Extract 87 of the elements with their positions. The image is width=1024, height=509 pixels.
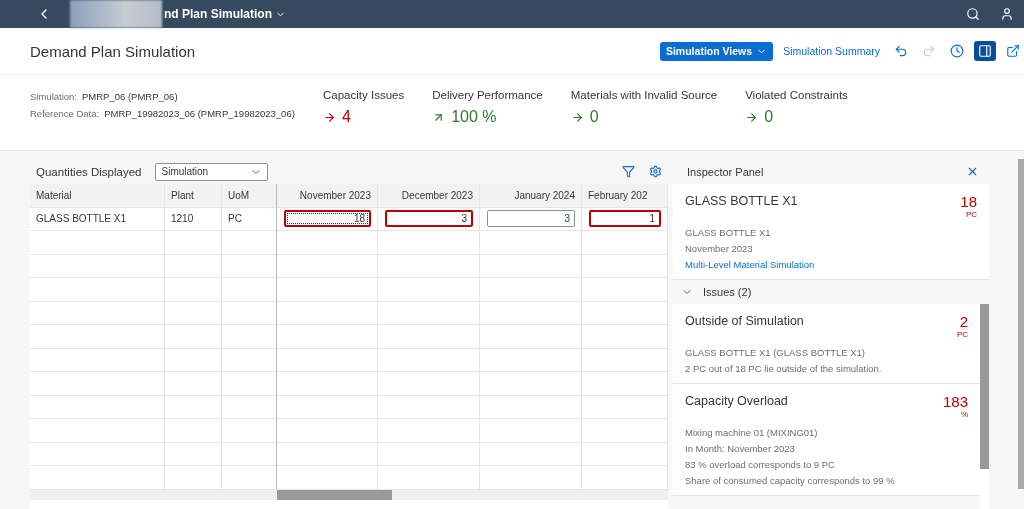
card-text: November 2023 [685,243,754,254]
quantities-select[interactable]: Simulation [155,162,269,181]
table-cell [165,348,222,372]
table-cell [222,466,277,490]
table-cell [165,442,222,466]
unit-label: % [960,410,968,419]
card-text: GLASS BOTTLE X1 (GLASS BOTTLE X1) [685,347,867,358]
table-cell [165,278,222,302]
kpi-title: Materials with Invalid Source [570,89,718,101]
unit-label: PC [956,330,968,339]
card-text: Mixing machine 01 (MIXING01) [685,427,819,438]
vertical-scrollbar[interactable] [980,304,989,509]
table-cell [165,325,222,349]
filter-icon[interactable] [622,165,635,178]
page-title: Demand Plan Simulation [30,42,196,60]
panel-title: Inspector Panel [687,165,764,178]
issue-value: 2 [959,314,968,330]
table-cell [165,466,222,490]
card-text: 83 % overload corresponds to 9 PC [685,459,836,470]
card-text: In Month: November 2023 [685,443,796,454]
table-cell [222,325,277,349]
card-text: Share of consumed capacity corresponds to 99 % [685,475,896,486]
quantity-input[interactable]: 18 [284,210,371,228]
table-cell [165,254,222,278]
kpi-value: 4 [342,108,351,126]
undo-icon [894,44,908,58]
table-cell [222,301,277,325]
table-cell [222,254,277,278]
table-cell: PC [222,207,277,231]
table-cell [165,372,222,396]
info-value: PMRP_19982023_06 (PMRP_19982023_06) [104,108,295,119]
side-panel-icon [978,44,992,58]
column-header: January 2024 [480,184,582,208]
info-label: Reference Data: [30,108,100,119]
column-header: Plant [165,184,222,208]
column-header: November 2023 [277,184,378,208]
issue-value: 183 [942,394,968,410]
app-title-menu[interactable]: nd Plan Simulation [164,7,286,21]
quantity-input[interactable]: 3 [487,210,575,228]
kpi-title: Violated Constraints [745,89,848,101]
panel-toggle-button[interactable] [974,41,996,61]
unit-label: PC [965,210,977,219]
table-cell [222,348,277,372]
column-header: UoM [222,184,277,208]
issues-toggle[interactable]: Issues (2) [673,280,989,304]
settings-icon[interactable] [649,165,662,178]
kpi-value: 100 % [451,108,497,126]
table-cell [165,301,222,325]
info-label: Simulation: [30,91,77,102]
column-header: February 202 [582,184,668,208]
column-header: December 2023 [378,184,480,208]
search-icon[interactable] [966,7,980,21]
quantities-label: Quantities Displayed [36,165,142,178]
share-icon [1006,44,1020,58]
kpi-value: 0 [764,108,774,126]
card-title: Outside of Simulation [685,314,804,330]
table-cell: GLASS BOTTLE X1 [30,207,165,231]
simulation-summary-button[interactable]: Simulation Summary [779,45,884,57]
table-cell [222,231,277,255]
table-cell [165,395,222,419]
kpi-title: Delivery Performance [432,89,543,101]
simulation-link[interactable]: Multi-Level Material Simulation [685,259,977,270]
table-cell: 1210 [165,207,222,231]
info-value: PMRP_06 (PMRP_06) [82,91,178,102]
card-text: GLASS BOTTLE X1 [685,227,772,238]
quantity-value: 18 [960,194,977,210]
table-cell [222,395,277,419]
table-cell [222,419,277,443]
simulation-views-button[interactable]: Simulation Views [659,41,774,61]
table-cell [222,278,277,302]
table-cell [165,231,222,255]
card-text: 2 PC out of 18 PC lie outside of the simulation. [685,363,883,374]
close-icon[interactable] [966,165,979,178]
table-cell [222,442,277,466]
redo-icon [922,44,936,58]
column-header: Material [30,184,165,208]
card-title: GLASS BOTTLE X1 [685,194,798,210]
table-cell [222,372,277,396]
card-title: Capacity Overload [685,394,788,410]
horizontal-scrollbar[interactable] [30,489,668,500]
kpi-title: Capacity Issues [323,89,405,101]
table-cell [165,419,222,443]
kpi-value: 0 [589,108,599,126]
quantity-input[interactable]: 3 [385,210,473,228]
quantity-input[interactable]: 1 [589,210,661,228]
clock-icon [950,44,964,58]
user-icon[interactable] [1000,7,1014,21]
